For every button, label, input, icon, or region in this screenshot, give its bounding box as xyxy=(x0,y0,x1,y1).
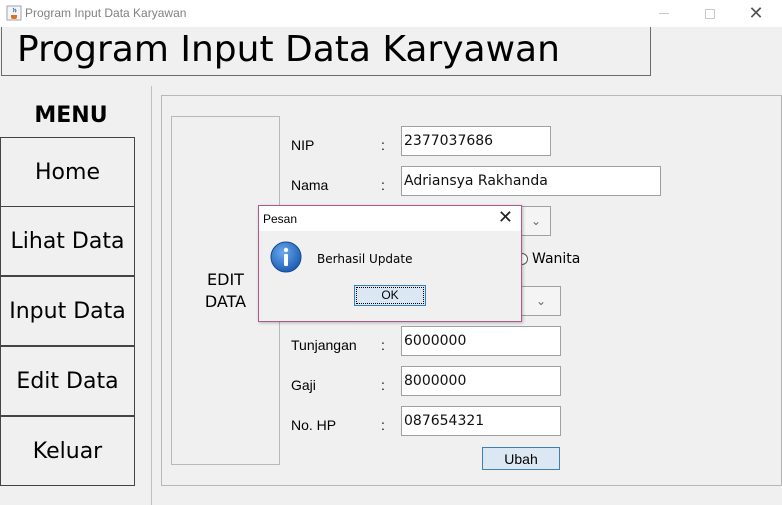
close-button[interactable]: ✕ xyxy=(733,0,779,27)
dialog-close-button[interactable]: ✕ xyxy=(498,207,513,228)
gaji-field[interactable]: 8000000 xyxy=(401,366,561,396)
menu-edit-data-button[interactable]: Edit Data xyxy=(0,346,135,416)
gender-radio-wanita[interactable]: Wanita xyxy=(516,251,580,267)
window-titlebar: Program Input Data Karyawan ✕ xyxy=(0,0,782,27)
menu-divider xyxy=(151,86,152,505)
message-dialog: Pesan ✕ Berhasil Update OK xyxy=(258,205,522,322)
menu-keluar-button[interactable]: Keluar xyxy=(0,416,135,486)
ok-button[interactable]: OK xyxy=(354,285,426,306)
nama-field[interactable]: Adriansya Rakhanda xyxy=(401,166,661,196)
gaji-label: Gaji xyxy=(291,377,316,393)
gender-radio-wanita-label: Wanita xyxy=(532,251,581,267)
nama-colon: : xyxy=(381,177,385,193)
chevron-down-icon: ⌄ xyxy=(535,294,547,308)
panel-label-line1: EDIT xyxy=(207,269,244,289)
nip-colon: : xyxy=(381,137,385,153)
panel-label-line2: DATA xyxy=(204,291,247,311)
info-icon xyxy=(270,241,302,273)
nip-label: NIP xyxy=(291,137,315,153)
ok-button-label: OK xyxy=(356,287,424,304)
nama-label: Nama xyxy=(291,177,329,193)
menu-title: MENU xyxy=(34,103,108,128)
java-cup-icon xyxy=(6,5,22,21)
ubah-button[interactable]: Ubah xyxy=(482,447,560,470)
maximize-icon xyxy=(705,8,715,19)
menu-home-button[interactable]: Home xyxy=(0,137,135,207)
combo-dropdown-1[interactable]: ⌄ xyxy=(521,206,551,236)
minimize-icon xyxy=(659,13,669,14)
tunjangan-field[interactable]: 6000000 xyxy=(401,326,561,356)
header-panel: Program Input Data Karyawan xyxy=(1,27,651,76)
chevron-down-icon: ⌄ xyxy=(530,214,542,228)
window-title: Program Input Data Karyawan xyxy=(25,6,187,20)
page-title: Program Input Data Karyawan xyxy=(17,29,560,70)
gaji-colon: : xyxy=(381,377,385,393)
tunjangan-label: Tunjangan xyxy=(291,337,357,353)
tunjangan-colon: : xyxy=(381,337,385,353)
maximize-button[interactable] xyxy=(687,0,733,27)
nohp-colon: : xyxy=(381,417,385,433)
minimize-button[interactable] xyxy=(641,0,687,27)
dialog-title: Pesan xyxy=(263,212,298,226)
dialog-message: Berhasil Update xyxy=(317,252,413,266)
close-icon: ✕ xyxy=(748,3,764,23)
dialog-titlebar: Pesan ✕ xyxy=(259,206,521,231)
menu-input-data-button[interactable]: Input Data xyxy=(0,276,135,346)
menu-lihat-data-button[interactable]: Lihat Data xyxy=(0,206,135,276)
nohp-field[interactable]: 087654321 xyxy=(401,406,561,436)
nip-field[interactable]: 2377037686 xyxy=(401,126,551,156)
nohp-label: No. HP xyxy=(291,417,337,433)
combo-dropdown-2[interactable]: ⌄ xyxy=(521,286,561,316)
